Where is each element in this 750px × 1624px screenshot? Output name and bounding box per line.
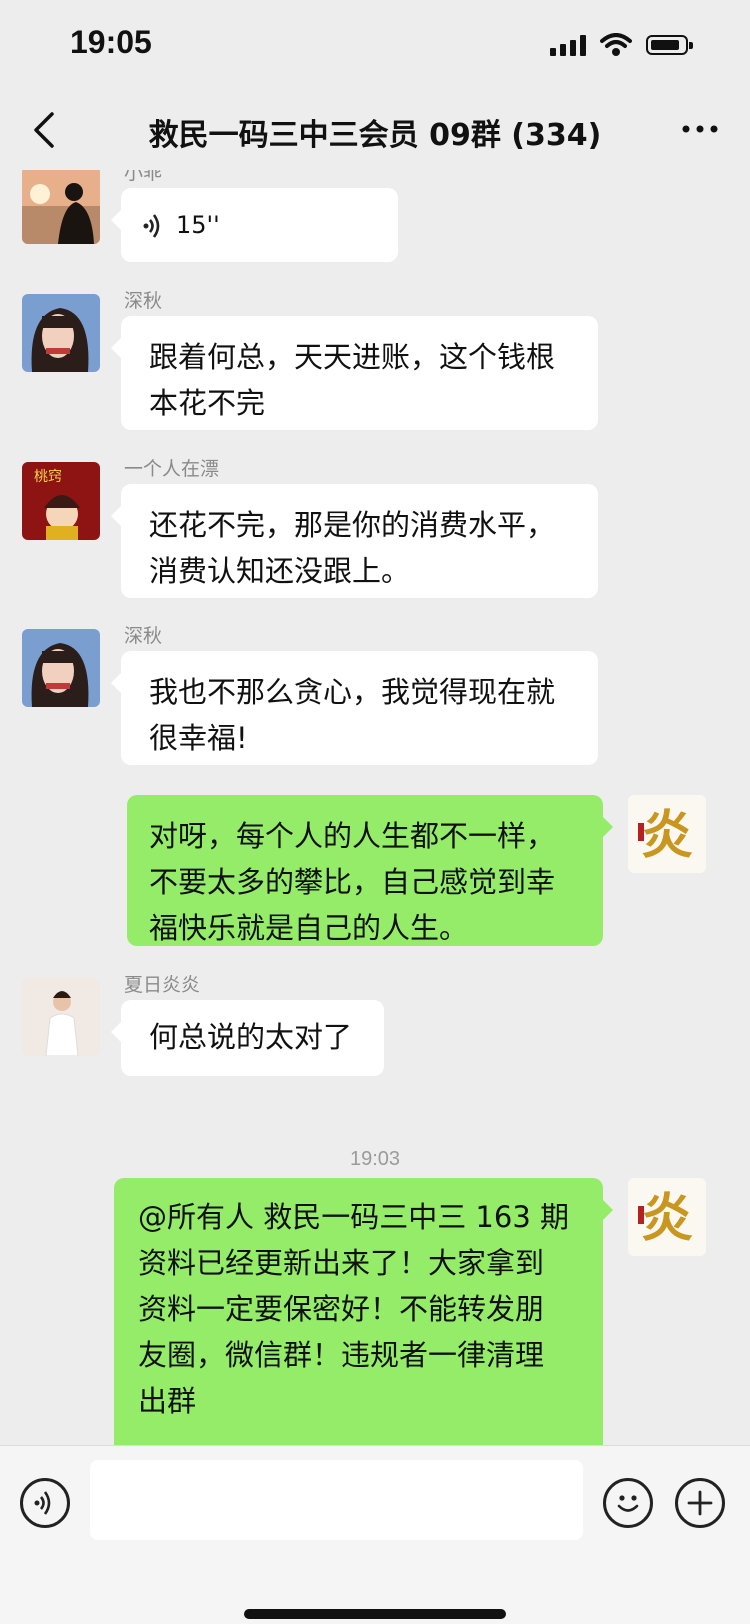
avatar-text: 桃窍	[34, 469, 62, 485]
message-timestamp: 19:03	[349, 1148, 401, 1170]
message-text: 资料一定要保密好！不能转发朋	[138, 1292, 545, 1326]
home-indicator	[244, 1609, 506, 1619]
chat-title: 救民一码三中三会员 09群 (334)	[148, 118, 602, 153]
message-text: 不要太多的攀比，自己感觉到幸	[149, 865, 556, 899]
voice-duration: 15''	[176, 211, 220, 239]
self-message-bubble[interactable]: 对呀，每个人的人生都不一样， 不要太多的攀比，自己感觉到幸 福快乐就是自己的人生…	[127, 795, 613, 946]
avatar[interactable]	[22, 978, 100, 1056]
message-text: 福快乐就是自己的人生。	[149, 911, 469, 945]
status-bar: 19:05	[0, 0, 750, 90]
sender-name: 深秋	[124, 290, 163, 312]
message-text: @所有人 救民一码三中三 163 期	[138, 1200, 570, 1234]
sender-name: 小乖	[124, 170, 163, 184]
input-bar	[0, 1445, 750, 1624]
battery-icon	[646, 35, 693, 55]
svg-text:炎: 炎	[641, 805, 693, 866]
avatar[interactable]: 桃窍	[22, 462, 100, 540]
message-text: 本花不完	[149, 386, 266, 420]
voice-message-bubble[interactable]: 15''	[111, 188, 398, 262]
message-bubble[interactable]: 我也不那么贪心，我觉得现在就 很幸福!	[111, 651, 598, 765]
avatar[interactable]	[22, 629, 100, 707]
message-list[interactable]: 小乖 15'' 深秋 跟着何总，天天进账，这个钱根 本花不完 一个人在漂 桃窍 …	[0, 170, 750, 1445]
avatar[interactable]	[22, 294, 100, 372]
message-bubble[interactable]: 跟着何总，天天进账，这个钱根 本花不完	[111, 316, 598, 430]
sender-name: 深秋	[124, 625, 163, 647]
message-text: 何总说的太对了	[149, 1020, 353, 1054]
status-icons	[550, 33, 693, 57]
svg-text:炎: 炎	[641, 1188, 693, 1249]
emoji-button[interactable]	[603, 1478, 653, 1528]
sender-name: 一个人在漂	[124, 458, 220, 480]
self-avatar[interactable]: 炎	[628, 795, 706, 873]
voice-input-button[interactable]	[20, 1478, 70, 1528]
sender-name: 夏日炎炎	[124, 974, 201, 996]
self-message-bubble[interactable]: @所有人 救民一码三中三 163 期 资料已经更新出来了！大家拿到 资料一定要保…	[114, 1178, 613, 1445]
message-text: 还花不完，那是你的消费水平，	[149, 508, 556, 542]
message-text: 资料已经更新出来了！大家拿到	[138, 1246, 545, 1280]
message-text: 我也不那么贪心，我觉得现在就	[149, 675, 556, 709]
message-text: 对呀，每个人的人生都不一样，	[149, 819, 556, 853]
chat-header: 救民一码三中三会员 09群 (334)	[0, 90, 750, 170]
message-text: 出群	[138, 1384, 197, 1418]
avatar[interactable]	[22, 170, 100, 244]
more-options-icon[interactable]	[678, 114, 722, 144]
message-text: 友圈，微信群！违规者一律清理	[138, 1338, 545, 1372]
message-text: 消费认知还没跟上。	[149, 554, 411, 588]
voice-icon	[34, 1491, 51, 1515]
message-input[interactable]	[90, 1460, 583, 1540]
voice-wave-icon	[143, 214, 160, 238]
message-bubble[interactable]: 何总说的太对了	[111, 1000, 384, 1076]
status-time: 19:05	[70, 24, 152, 60]
message-bubble[interactable]: 还花不完，那是你的消费水平， 消费认知还没跟上。	[111, 484, 598, 598]
cellular-signal-icon	[550, 34, 586, 56]
wifi-icon	[600, 33, 632, 56]
message-text: 很幸福!	[149, 721, 248, 755]
smiley-icon	[617, 1495, 639, 1512]
more-functions-button[interactable]	[675, 1478, 725, 1528]
plus-icon	[687, 1490, 713, 1516]
self-avatar[interactable]: 炎	[628, 1178, 706, 1256]
message-text: 跟着何总，天天进账，这个钱根	[149, 340, 556, 374]
